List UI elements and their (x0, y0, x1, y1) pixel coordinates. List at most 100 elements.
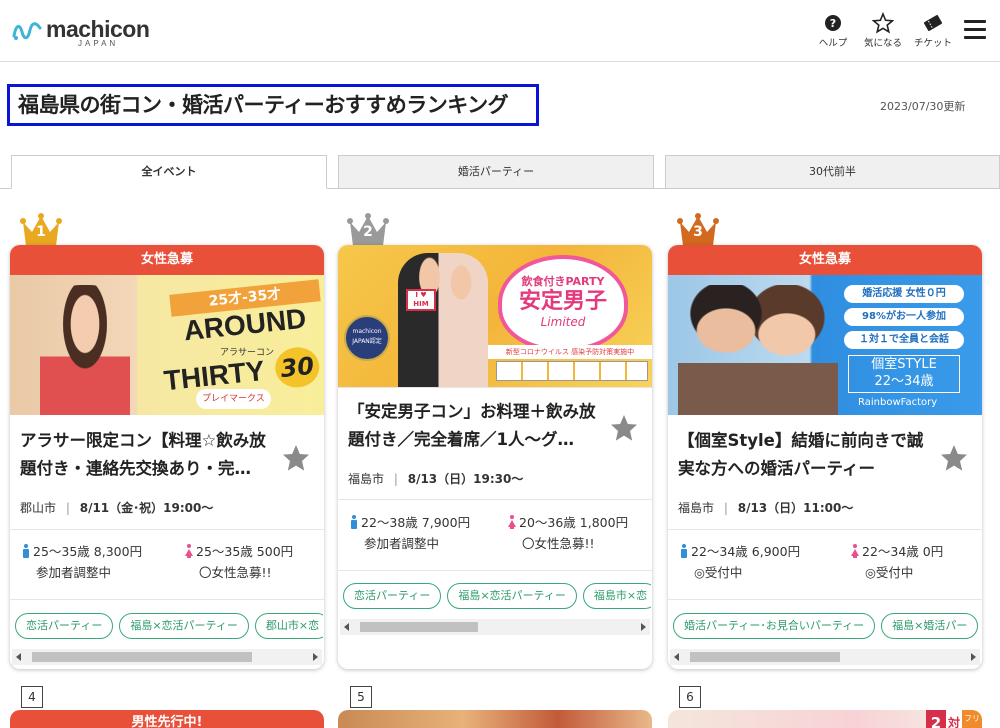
event-location: 福島市 (678, 501, 715, 515)
tab-early-30s[interactable]: 30代前半 (665, 155, 1000, 189)
scroll-left-icon[interactable] (344, 623, 349, 631)
female-icon (185, 544, 193, 558)
event-card-1[interactable]: 女性急募 25才-35才 AROUND アラサーコン THIRTY 30 プレイ… (10, 245, 324, 669)
favorites-button[interactable]: 気になる (861, 12, 905, 49)
male-icon (351, 515, 357, 529)
thumb-pill-1: 婚活応援 女性０円 (844, 285, 964, 303)
favorite-star-icon[interactable] (281, 443, 311, 473)
scrollbar-thumb[interactable] (32, 652, 252, 662)
scroll-right-icon[interactable] (313, 653, 318, 661)
event-title[interactable]: 【個室Style】結婚に前向きで誠実な方への婚活パーティー (678, 427, 928, 483)
thumb-badge-free: フリ (962, 710, 982, 728)
tag-chip[interactable]: 恋活パーティー (343, 583, 442, 609)
male-icon (681, 544, 687, 558)
event-title[interactable]: 「安定男子コン」お料理＋飲み放題付き／完全着席／1人〜グ… (348, 398, 598, 454)
event-meta: 郡山市 | 8/11（金･祝）19:00〜 (20, 501, 214, 515)
event-card-5[interactable] (338, 710, 652, 728)
event-card-4[interactable]: 男性先行中! (10, 710, 324, 728)
thumb-info-row (496, 361, 648, 381)
status-badge: 女性急募 (668, 245, 982, 275)
rank-number: 3 (693, 224, 703, 240)
ticket-label: チケット (913, 38, 952, 49)
thumb-couple (678, 285, 838, 415)
event-location: 福島市 (348, 472, 385, 486)
updated-date: 2023/07/30更新 (880, 100, 966, 113)
event-thumbnail[interactable]: I ♥ HIM machicon JAPAN認定 飲食付きPARTY 安定男子 … (338, 245, 652, 387)
tab-konkatsu-party[interactable]: 婚活パーティー (338, 155, 654, 189)
tag-chip[interactable]: 福島市×恋 (582, 583, 651, 609)
help-icon: ? (825, 15, 841, 31)
event-meta: 福島市 | 8/13（日）19:30〜 (348, 472, 524, 486)
tab-all-events[interactable]: 全イベント (11, 155, 327, 189)
female-icon (851, 544, 859, 558)
thumb-covid-banner: 新型コロナウイルス 感染予防対策実施中 (488, 345, 652, 359)
event-title[interactable]: アラサー限定コン【料理☆飲み放題付き・連絡先交換あり・完… (20, 427, 270, 483)
event-card-6[interactable]: 2 対 フリ (668, 710, 982, 728)
help-label: ヘルプ (818, 38, 848, 49)
thumb-pill-3: １対１で全員と会話 (844, 331, 964, 349)
divider (668, 599, 982, 600)
svg-text:?: ? (830, 17, 836, 30)
tag-list: 婚活パーティー･お見合いパーティー 福島×婚活パー (673, 611, 981, 641)
scroll-right-icon[interactable] (971, 653, 976, 661)
machicon-logo[interactable]: machicon JAPAN (12, 14, 152, 48)
divider (10, 599, 324, 600)
rank-crown-silver: 2 (346, 212, 390, 248)
male-price: 22〜34歳 6,900円 ◎受付中 (680, 541, 800, 583)
rank-number: 2 (363, 224, 373, 240)
female-price: 20〜36歳 1,800円 〇女性急募!! (508, 512, 628, 554)
divider (338, 387, 652, 388)
thumb-badge-2: 2 (926, 710, 946, 728)
event-datetime: 8/13（日）19:30〜 (407, 472, 524, 486)
thumb-couple (398, 253, 488, 387)
male-price: 22〜38歳 7,900円 参加者調整中 (350, 512, 470, 554)
male-price: 25〜35歳 8,300円 参加者調整中 (22, 541, 142, 583)
horizontal-scrollbar[interactable] (670, 649, 980, 665)
male-icon (23, 544, 29, 558)
event-meta: 福島市 | 8/13（日）11:00〜 (678, 501, 854, 515)
rank-number-box: 6 (679, 686, 701, 708)
event-thumbnail[interactable]: 25才-35才 AROUND アラサーコン THIRTY 30 プレイマークス (10, 275, 324, 415)
logo-mark-icon (12, 22, 42, 40)
divider (10, 529, 324, 530)
scrollbar-thumb[interactable] (690, 652, 840, 662)
favorite-star-icon[interactable] (609, 413, 639, 443)
status-badge: 女性急募 (10, 245, 324, 275)
horizontal-scrollbar[interactable] (340, 619, 650, 635)
thumb-card: I ♥ HIM (406, 289, 436, 311)
hamburger-menu-icon[interactable] (964, 20, 986, 40)
rank-crown-bronze: 3 (676, 212, 720, 248)
event-card-2[interactable]: I ♥ HIM machicon JAPAN認定 飲食付きPARTY 安定男子 … (338, 245, 652, 669)
female-icon (508, 515, 516, 529)
ticket-icon (923, 15, 943, 31)
thumb-pill-2: 98%がお一人参加 (844, 308, 964, 326)
tag-chip[interactable]: 福島×恋活パーティー (119, 613, 249, 639)
favorite-star-icon[interactable] (939, 443, 969, 473)
thumb-seal: machicon JAPAN認定 (344, 315, 390, 361)
event-datetime: 8/11（金･祝）19:00〜 (79, 501, 214, 515)
tag-chip[interactable]: 福島×婚活パー (881, 613, 979, 639)
thumb-brand: プレイマークス (196, 389, 271, 409)
tag-chip[interactable]: 恋活パーティー (15, 613, 114, 639)
tag-chip[interactable]: 婚活パーティー･お見合いパーティー (673, 613, 876, 639)
rank-number-box: 5 (350, 686, 372, 708)
scrollbar-thumb[interactable] (360, 622, 478, 632)
ticket-button[interactable]: チケット (911, 12, 955, 49)
horizontal-scrollbar[interactable] (12, 649, 322, 665)
scroll-left-icon[interactable] (16, 653, 21, 661)
tag-chip[interactable]: 福島×恋活パーティー (447, 583, 577, 609)
divider (338, 499, 652, 500)
tag-list: 恋活パーティー 福島×恋活パーティー 郡山市×恋 (15, 611, 323, 641)
logo-subtext: JAPAN (78, 39, 119, 48)
rank-number: 1 (36, 224, 46, 240)
event-card-3[interactable]: 女性急募 婚活応援 女性０円 98%がお一人参加 １対１で全員と会話 個室STY… (668, 245, 982, 669)
thumb-style-box: 個室STYLE 22〜34歳 (848, 355, 960, 393)
help-button[interactable]: ? ヘルプ (811, 12, 855, 49)
scroll-right-icon[interactable] (641, 623, 646, 631)
status-badge: 男性先行中! (10, 710, 324, 728)
scroll-left-icon[interactable] (674, 653, 679, 661)
tag-chip[interactable]: 郡山市×恋 (254, 613, 323, 639)
rank-crown-gold: 1 (19, 212, 63, 248)
site-header: machicon JAPAN ? ヘルプ 気になる チケット (0, 0, 1000, 62)
event-thumbnail[interactable]: 婚活応援 女性０円 98%がお一人参加 １対１で全員と会話 個室STYLE 22… (668, 275, 982, 415)
